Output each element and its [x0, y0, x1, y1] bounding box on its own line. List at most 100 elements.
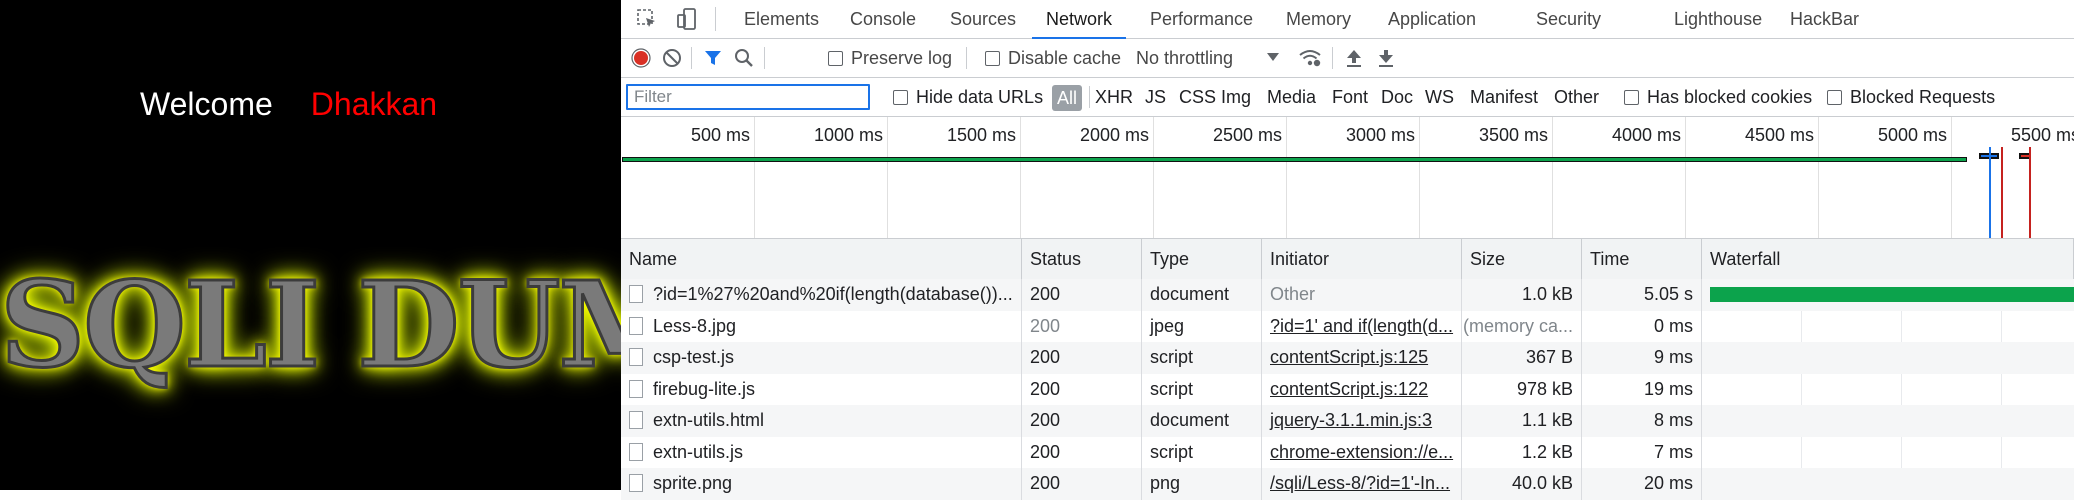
table-row[interactable]: sprite.png 200 png/sqli/Less-8/?id=1'-In..… [621, 468, 2074, 500]
record-icon[interactable] [630, 47, 652, 69]
cell-initiator[interactable]: contentScript.js:125 [1262, 342, 1462, 374]
filter-type-ws[interactable]: WS [1425, 78, 1454, 116]
request-name: csp-test.js [653, 347, 735, 367]
cell-status: 200 [1022, 405, 1142, 437]
cell-time: 0 ms [1582, 310, 1702, 342]
filter-type-img[interactable]: Img [1221, 78, 1251, 116]
toolbar-separator [966, 47, 967, 69]
column-header-size[interactable]: Size [1462, 239, 1582, 279]
table-row[interactable]: ?id=1%27%20and%20if(length(database())..… [621, 279, 2074, 311]
column-header-type[interactable]: Type [1142, 239, 1262, 279]
tab-console[interactable]: Console [848, 0, 918, 38]
column-header-name[interactable]: Name [621, 239, 1022, 279]
inspect-element-icon[interactable] [635, 7, 659, 31]
cell-time: 19 ms [1582, 373, 1702, 405]
tab-security[interactable]: Security [1534, 0, 1603, 38]
request-name: Less-8.jpg [653, 315, 737, 336]
cell-name: extn-utils.html [621, 405, 1022, 437]
cell-time: 8 ms [1582, 405, 1702, 437]
filter-type-xhr[interactable]: XHR [1095, 78, 1133, 116]
column-header-time[interactable]: Time [1582, 239, 1702, 279]
load-event-line [2029, 147, 2031, 238]
overview-tick-label: 5000 ms [1877, 125, 1947, 145]
tab-elements[interactable]: Elements [742, 0, 821, 38]
request-name: extn-utils.html [653, 410, 765, 430]
filter-type-font[interactable]: Font [1332, 78, 1368, 116]
page-viewport: Welcome Dhakkan SQLI DUMB SERIES [0, 0, 621, 490]
cell-time: 9 ms [1582, 342, 1702, 374]
overview-gridline [1153, 117, 1154, 238]
cell-name: firebug-lite.js [621, 373, 1022, 405]
filter-type-js[interactable]: JS [1145, 78, 1166, 116]
tab-sources[interactable]: Sources [948, 0, 1018, 38]
blocked-requests-checkbox[interactable]: Blocked Requests [1827, 78, 1995, 116]
document-file-icon [629, 411, 643, 429]
filter-type-css[interactable]: CSS [1179, 78, 1216, 116]
toolbar-separator [764, 47, 765, 69]
cell-name: ?id=1%27%20and%20if(length(database())..… [621, 279, 1022, 311]
tab-hackbar[interactable]: HackBar [1788, 0, 1861, 38]
throttling-select[interactable]: No throttling [1136, 39, 1291, 77]
checkbox-box[interactable] [893, 89, 908, 105]
preserve-log-checkbox[interactable]: Preserve log [828, 39, 952, 77]
filter-icon[interactable] [703, 48, 723, 68]
column-header-waterfall[interactable]: Waterfall [1702, 239, 2074, 279]
cell-initiator[interactable]: ?id=1' and if(length(d... [1262, 310, 1462, 342]
cell-status: 200 [1022, 342, 1142, 374]
table-row[interactable]: extn-utils.js 200 script chrome-extension:/… [621, 436, 2074, 468]
cell-size: 367 B [1462, 342, 1582, 374]
filter-type-all[interactable]: All [1052, 85, 1083, 111]
network-overview[interactable]: 500 ms 1000 ms 1500 ms 2000 ms 2500 ms 3000 m… [621, 117, 2074, 239]
table-row[interactable]: extn-utils.html 200 document jquery-3.1.1.m… [621, 405, 2074, 437]
request-name: sprite.png [653, 473, 733, 493]
cell-waterfall [1702, 468, 2074, 500]
search-icon[interactable] [734, 48, 754, 68]
devtools-panel: Elements Console Sources Network Performance… [621, 0, 2074, 500]
tab-application[interactable]: Application [1386, 0, 1478, 38]
cell-type: document [1142, 279, 1262, 311]
network-toolbar: Preserve log Disable cache No throttling [621, 39, 2074, 78]
cell-initiator[interactable]: contentScript.js:122 [1262, 373, 1462, 405]
tab-performance[interactable]: Performance [1148, 0, 1255, 38]
cell-type: script [1142, 373, 1262, 405]
disable-cache-checkbox[interactable]: Disable cache [985, 39, 1121, 77]
document-file-icon [629, 379, 643, 398]
hide-data-urls-label: Hide data URLs [916, 86, 1044, 107]
cell-waterfall [1702, 342, 2074, 374]
device-toolbar-icon[interactable] [675, 7, 699, 31]
tab-memory[interactable]: Memory [1284, 0, 1353, 38]
filter-type-other[interactable]: Other [1554, 78, 1599, 116]
checkbox-box[interactable] [1624, 89, 1639, 105]
tab-lighthouse[interactable]: Lighthouse [1672, 0, 1764, 38]
filter-type-media[interactable]: Media [1267, 78, 1316, 116]
cell-initiator[interactable]: jquery-3.1.1.min.js:3 [1262, 405, 1462, 437]
cell-initiator[interactable]: chrome-extension://e... [1262, 436, 1462, 468]
request-name: extn-utils.js [653, 441, 744, 462]
column-header-initiator[interactable]: Initiator [1262, 239, 1462, 279]
export-har-icon[interactable] [1377, 48, 1395, 68]
overview-tick-label: 4500 ms [1744, 125, 1814, 145]
table-row[interactable]: Less-8.jpg 200 jpeg ?id=1' and if(length(d.… [621, 310, 2074, 342]
checkbox-box[interactable] [1827, 89, 1842, 105]
has-blocked-cookies-checkbox[interactable]: Has blocked cookies [1624, 78, 1812, 116]
overview-tick-label: 2000 ms [1079, 125, 1149, 145]
cell-initiator[interactable]: /sqli/Less-8/?id=1'-In... [1262, 468, 1462, 500]
network-conditions-icon[interactable] [1298, 48, 1322, 68]
checkbox-box[interactable] [985, 50, 1000, 66]
cell-waterfall [1702, 374, 2074, 406]
clear-icon[interactable] [662, 48, 682, 68]
table-row[interactable]: firebug-lite.js 200 script contentScript.js… [621, 373, 2074, 406]
filter-type-manifest[interactable]: Manifest [1470, 78, 1538, 116]
filter-input[interactable] [626, 84, 870, 110]
hide-data-urls-checkbox[interactable]: Hide data URLs [893, 78, 1043, 116]
import-har-icon[interactable] [1345, 48, 1363, 68]
overview-tick-label: 1000 ms [813, 125, 883, 145]
overview-tick-label: 2500 ms [1212, 125, 1282, 145]
tab-network[interactable]: Network [1031, 0, 1127, 39]
image-file-icon [629, 316, 643, 335]
column-header-status[interactable]: Status [1022, 239, 1142, 279]
checkbox-box[interactable] [828, 50, 843, 66]
cell-name: csp-test.js [621, 342, 1022, 374]
table-row[interactable]: csp-test.js 200 script contentScript.js:125… [621, 342, 2074, 374]
filter-type-doc[interactable]: Doc [1381, 78, 1413, 116]
